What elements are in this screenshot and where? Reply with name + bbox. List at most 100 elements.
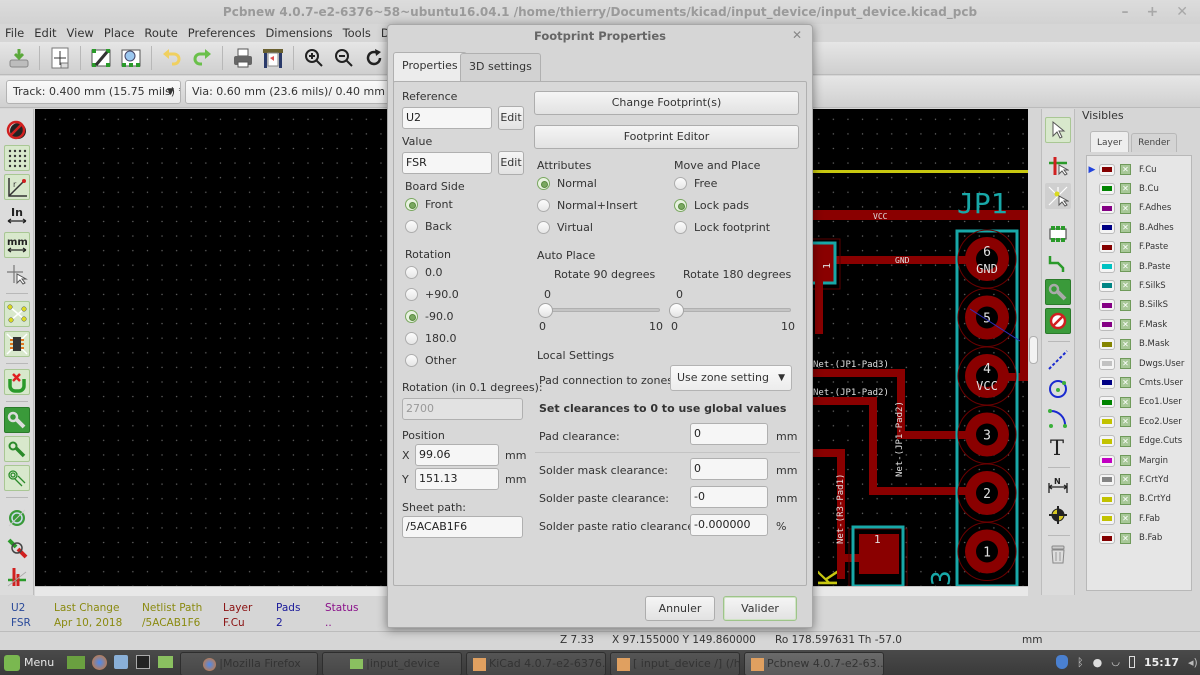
zoom-out-icon[interactable]: [331, 45, 357, 71]
rotate180-slider[interactable]: [673, 308, 791, 312]
value-field[interactable]: FSR: [402, 152, 492, 174]
layer-visibility-checkbox[interactable]: ✕: [1120, 280, 1131, 292]
layer-row-margin[interactable]: ✕ Margin: [1087, 451, 1191, 470]
position-x-field[interactable]: 99.06: [415, 444, 499, 466]
firefox-launcher-icon[interactable]: [90, 652, 112, 673]
footprint-ratsnest-icon[interactable]: [4, 331, 30, 357]
add-zone-icon[interactable]: [1045, 279, 1071, 305]
ratsnest-icon[interactable]: [4, 301, 30, 327]
units-mm-icon[interactable]: mm: [4, 232, 30, 258]
layer-row-b-adhes[interactable]: ✕ B.Adhes: [1087, 218, 1191, 237]
layer-color-swatch[interactable]: [1099, 202, 1115, 215]
rotate90-slider[interactable]: [542, 308, 660, 312]
add-target-icon[interactable]: [1045, 502, 1071, 528]
route-track-icon[interactable]: [1045, 250, 1071, 276]
layer-color-swatch[interactable]: [1099, 221, 1115, 234]
attribute-normal-insert-radio[interactable]: Normal+Insert: [537, 199, 638, 212]
cancel-button[interactable]: Annuler: [645, 596, 715, 621]
layer-row-cmts-user[interactable]: ✕ Cmts.User: [1087, 373, 1191, 392]
add-footprint-icon[interactable]: [1045, 221, 1071, 247]
battery-icon[interactable]: [1128, 656, 1135, 668]
track-width-select[interactable]: Track: 0.400 mm (15.75 mils) * ▼: [6, 80, 181, 104]
tab-properties[interactable]: Properties: [393, 52, 467, 82]
sheet-path-field[interactable]: /5ACAB1F6: [402, 516, 523, 538]
layer-color-swatch[interactable]: [1099, 454, 1115, 467]
ok-button[interactable]: Valider: [723, 596, 797, 621]
highlight-net-icon[interactable]: [1045, 153, 1071, 179]
tab-render[interactable]: Render: [1131, 133, 1178, 152]
layer-color-swatch[interactable]: [1099, 376, 1115, 389]
layer-visibility-checkbox[interactable]: ✕: [1120, 261, 1131, 272]
layer-row-eco2-user[interactable]: ✕ Eco2.User: [1087, 412, 1191, 431]
track-sketch-icon[interactable]: [4, 564, 30, 590]
layer-row-f-mask[interactable]: ✕ F.Mask: [1087, 315, 1191, 334]
layer-row-f-silks[interactable]: ✕ F.SilkS: [1087, 276, 1191, 295]
solder-paste-field[interactable]: -0: [690, 486, 768, 508]
polar-coords-icon[interactable]: r: [4, 174, 30, 200]
clock[interactable]: 15:17: [1144, 656, 1179, 669]
thunderbird-launcher-icon[interactable]: [112, 652, 134, 673]
save-board-icon[interactable]: [6, 45, 32, 71]
layer-color-swatch[interactable]: [1099, 512, 1115, 525]
close-window-button[interactable]: ✕: [1176, 0, 1188, 24]
redo-icon[interactable]: [189, 45, 215, 71]
volume-icon[interactable]: ◂): [1188, 656, 1198, 669]
layer-visibility-checkbox[interactable]: ✕: [1120, 493, 1131, 505]
rotate90-slider-handle[interactable]: [538, 303, 553, 318]
rotation-minus90-radio[interactable]: -90.0: [405, 310, 453, 323]
layer-visibility-checkbox[interactable]: ✕: [1120, 396, 1131, 408]
menu-edit[interactable]: Edit: [29, 24, 61, 42]
pad-connection-select[interactable]: Use zone setting ▼: [670, 365, 792, 391]
files-launcher-icon[interactable]: [156, 652, 178, 673]
layer-color-swatch[interactable]: [1099, 473, 1115, 486]
minimize-button[interactable]: –: [1122, 0, 1129, 24]
attribute-virtual-radio[interactable]: Virtual: [537, 221, 593, 234]
menu-preferences[interactable]: Preferences: [183, 24, 261, 42]
rotate180-slider-handle[interactable]: [669, 303, 684, 318]
menu-route[interactable]: Route: [139, 24, 182, 42]
layer-visibility-checkbox[interactable]: ✕: [1120, 319, 1131, 331]
solder-mask-field[interactable]: 0: [690, 458, 768, 480]
layer-color-swatch[interactable]: [1099, 163, 1115, 176]
zone-sketch-icon[interactable]: [4, 465, 30, 491]
layer-row-f-paste[interactable]: ✕ F.Paste: [1087, 238, 1191, 257]
pad-clearance-field[interactable]: 0: [690, 423, 768, 445]
reference-field[interactable]: U2: [402, 107, 492, 129]
move-lock-pads-radio[interactable]: Lock pads: [674, 199, 749, 212]
change-footprint-button[interactable]: Change Footprint(s): [534, 91, 799, 115]
layer-color-swatch[interactable]: [1099, 182, 1115, 195]
rotation-plus90-radio[interactable]: +90.0: [405, 288, 459, 301]
layer-visibility-checkbox[interactable]: ✕: [1120, 513, 1131, 525]
layer-color-swatch[interactable]: [1099, 241, 1115, 254]
position-y-field[interactable]: 151.13: [415, 468, 499, 490]
zoom-in-icon[interactable]: [301, 45, 327, 71]
task-eeschema[interactable]: [ input_device /] (/ho...: [610, 652, 740, 675]
via-sketch-icon[interactable]: [4, 535, 30, 561]
task-firefox[interactable]: |Mozilla Firefox: [180, 652, 318, 675]
cursor-shape-icon[interactable]: [4, 261, 30, 287]
board-side-back-radio[interactable]: Back: [405, 220, 452, 233]
drc-off-icon[interactable]: [4, 117, 30, 143]
task-kicad[interactable]: KiCad 4.0.7-e2-6376...: [466, 652, 606, 675]
layer-visibility-checkbox[interactable]: ✕: [1120, 455, 1131, 466]
footprint-editor-button[interactable]: Footprint Editor: [534, 125, 799, 149]
footprint-viewer-icon[interactable]: [118, 45, 144, 71]
layer-color-swatch[interactable]: [1099, 299, 1115, 312]
terminal-launcher-icon[interactable]: [134, 652, 156, 673]
move-lock-footprint-radio[interactable]: Lock footprint: [674, 221, 770, 234]
dialog-close-icon[interactable]: ✕: [792, 28, 802, 42]
bluetooth-icon[interactable]: ᛒ: [1077, 656, 1084, 669]
layer-row-b-cu[interactable]: ✕ B.Cu: [1087, 179, 1191, 198]
layer-visibility-checkbox[interactable]: ✕: [1120, 358, 1131, 369]
layer-visibility-checkbox[interactable]: ✕: [1120, 164, 1131, 175]
layer-row-eco1-user[interactable]: ✕ Eco1.User: [1087, 393, 1191, 412]
solder-paste-ratio-field[interactable]: -0.000000: [690, 514, 768, 536]
layer-visibility-checkbox[interactable]: ✕: [1120, 416, 1131, 428]
show-desktop-icon[interactable]: [64, 652, 88, 673]
layer-color-swatch[interactable]: [1099, 260, 1115, 273]
layer-row-b-paste[interactable]: ✕ B.Paste: [1087, 257, 1191, 276]
undo-icon[interactable]: [159, 45, 185, 71]
pad-sketch-icon[interactable]: [4, 505, 30, 531]
menu-place[interactable]: Place: [99, 24, 140, 42]
layer-visibility-checkbox[interactable]: ✕: [1120, 202, 1131, 214]
